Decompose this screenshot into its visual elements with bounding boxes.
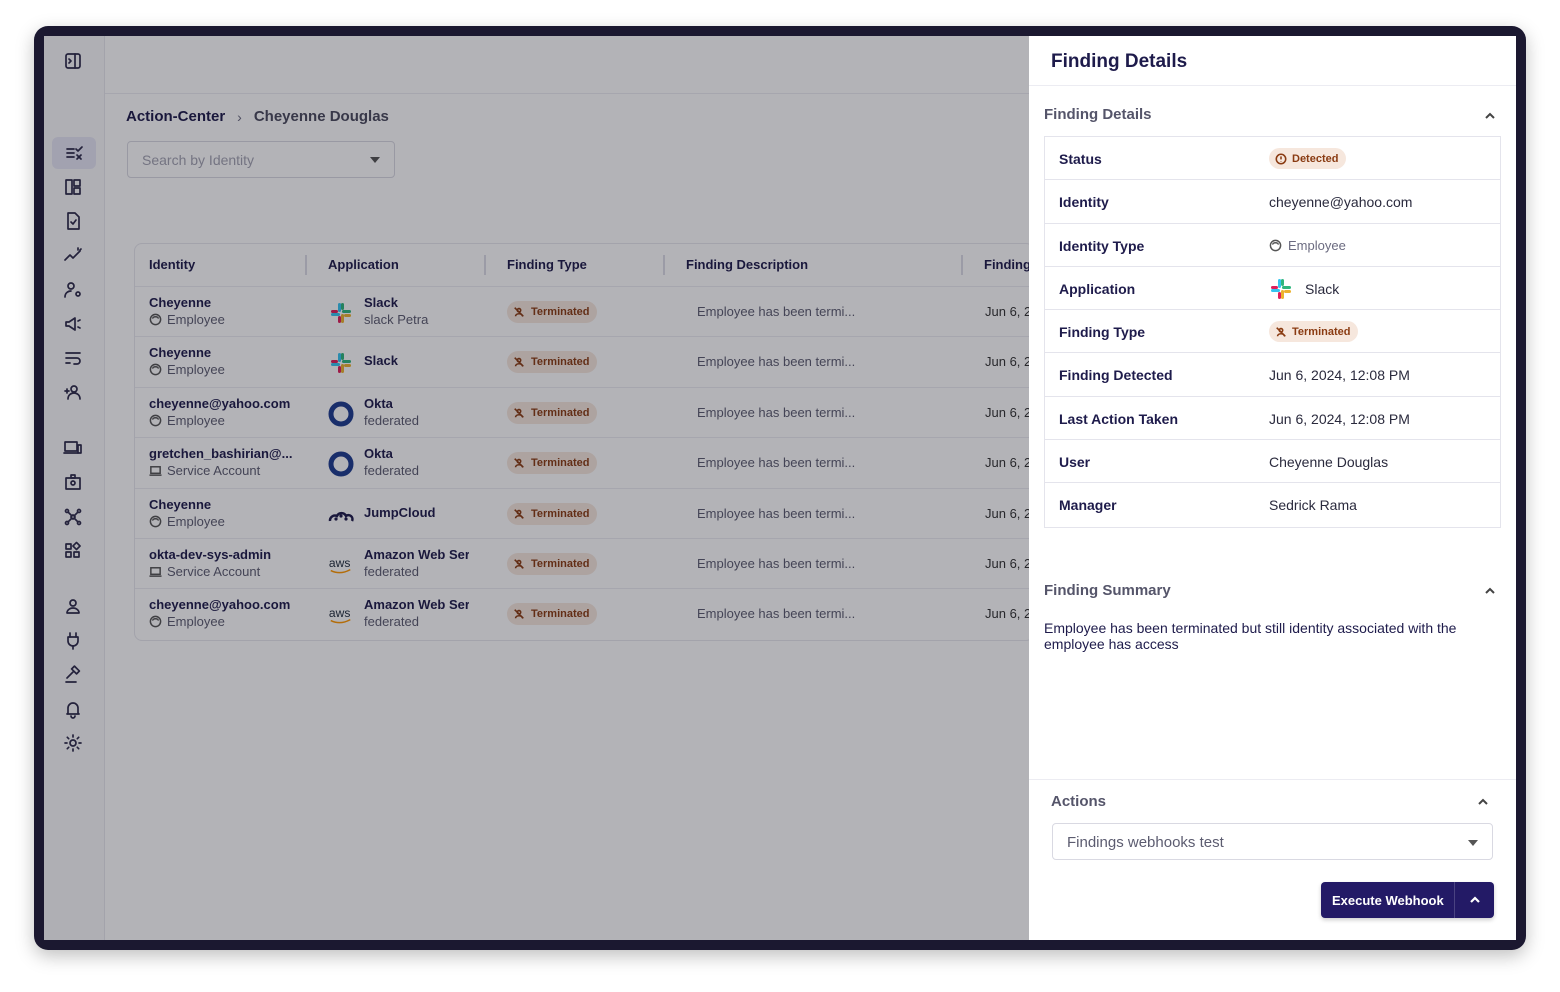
finding-summary-text: Employee has been terminated but still i…: [1044, 620, 1457, 652]
detail-value: Employee: [1269, 238, 1346, 253]
employee-icon: [1269, 239, 1282, 252]
detail-label: Application: [1059, 280, 1136, 297]
finding-details-drawer: Finding Details Finding Details Status D…: [1029, 36, 1516, 940]
detail-label: Status: [1059, 151, 1102, 167]
identity-type-value: Employee: [1288, 237, 1346, 253]
detail-label: User: [1059, 454, 1091, 471]
terminated-icon: [1276, 326, 1286, 337]
finding-type-value: Terminated: [1292, 325, 1351, 338]
collapse-actions-chevron-up-icon[interactable]: [1477, 795, 1489, 807]
terminated-badge: Terminated: [1269, 321, 1359, 343]
alert-circle-icon: [1275, 153, 1287, 164]
execute-options-chevron-up-icon[interactable]: [1454, 882, 1494, 918]
detail-label: Last Action Taken: [1059, 410, 1179, 427]
detail-value: cheyenne@yahoo.com: [1269, 194, 1413, 211]
detail-row-finding-type: Finding Type Terminated: [1045, 310, 1500, 354]
webhook-select-value: Findings webhooks test: [1067, 834, 1224, 851]
detail-value: Jun 6, 2024, 12:08 PM: [1269, 410, 1410, 427]
webhook-select[interactable]: Findings webhooks test: [1052, 823, 1493, 860]
detail-value: Jun 6, 2024, 12:08 PM: [1269, 367, 1410, 384]
detail-label: Finding Detected: [1059, 367, 1173, 384]
dropdown-caret-icon[interactable]: [1468, 840, 1478, 846]
modal-backdrop[interactable]: [44, 36, 1029, 940]
detail-row-status: Status Detected: [1045, 137, 1500, 181]
detail-row-identity: Identity cheyenne@yahoo.com: [1045, 180, 1500, 224]
summary-section-title[interactable]: Finding Summary: [1044, 582, 1171, 599]
details-section-title[interactable]: Finding Details: [1044, 106, 1152, 123]
divider: [1029, 85, 1516, 86]
app-screen: Action-Center › Cheyenne Douglas Identit…: [44, 36, 1516, 940]
divider: [1029, 779, 1516, 780]
collapse-details-chevron-up-icon[interactable]: [1484, 109, 1496, 121]
status-badge-label: Detected: [1292, 152, 1339, 165]
detail-row-finding-detected: Finding Detected Jun 6, 2024, 12:08 PM: [1045, 353, 1500, 397]
drawer-title: Finding Details: [1051, 51, 1188, 72]
details-table: Status Detected Identity cheyenne@yahoo.…: [1044, 136, 1501, 528]
application-value: Slack: [1305, 280, 1340, 297]
execute-webhook-button[interactable]: Execute Webhook: [1321, 882, 1494, 918]
detail-row-identity-type: Identity Type Employee: [1045, 224, 1500, 267]
detail-label: Manager: [1059, 497, 1117, 514]
detail-value: Cheyenne Douglas: [1269, 454, 1389, 471]
detail-row-application: Application Slack: [1045, 267, 1500, 311]
detail-row-user: User Cheyenne Douglas: [1045, 440, 1500, 484]
detail-row-last-action: Last Action Taken Jun 6, 2024, 12:08 PM: [1045, 397, 1500, 441]
execute-webhook-label[interactable]: Execute Webhook: [1321, 893, 1454, 908]
actions-section-title[interactable]: Actions: [1051, 793, 1106, 810]
detail-value: Slack: [1269, 277, 1339, 301]
status-badge: Detected: [1269, 148, 1347, 169]
detail-label: Identity: [1059, 194, 1109, 211]
detail-label: Identity Type: [1059, 237, 1145, 254]
detail-label: Finding Type: [1059, 324, 1146, 341]
slack-logo-icon: [1269, 277, 1295, 301]
detail-row-manager: Manager Sedrick Rama: [1045, 483, 1500, 526]
collapse-summary-chevron-up-icon[interactable]: [1484, 584, 1496, 596]
detail-value: Sedrick Rama: [1269, 497, 1357, 514]
